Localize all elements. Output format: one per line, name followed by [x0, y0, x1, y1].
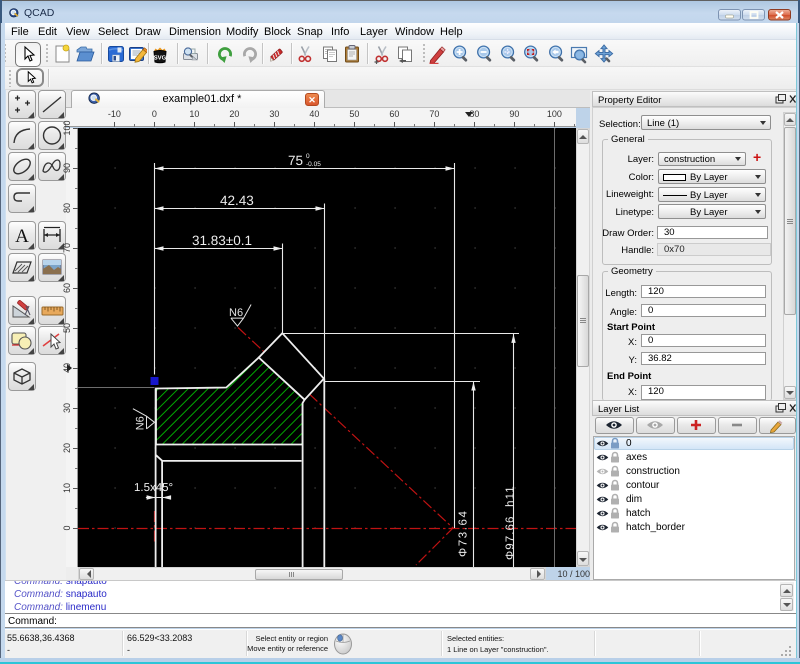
svg-text:75: 75	[288, 153, 303, 168]
svg-text:-0.05: -0.05	[306, 161, 321, 168]
svg-text:Φ73.64: Φ73.64	[458, 509, 470, 557]
svg-text:SVG: SVG	[154, 55, 167, 62]
svg-text:42.43: 42.43	[220, 193, 254, 208]
svg-text:N6: N6	[135, 416, 147, 430]
svg-text:1.5x45°: 1.5x45°	[134, 482, 173, 494]
svg-text:0: 0	[306, 153, 310, 160]
svg-text:31.83±0.1: 31.83±0.1	[192, 233, 252, 248]
svg-text:Φ97.66 h11: Φ97.66 h11	[505, 485, 517, 560]
svg-text:N6: N6	[229, 307, 243, 319]
